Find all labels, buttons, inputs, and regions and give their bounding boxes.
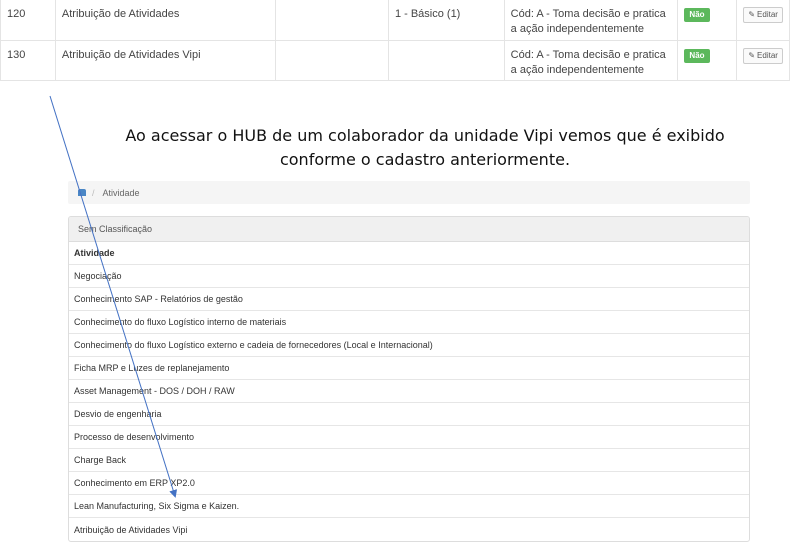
- column-header: Atividade: [69, 242, 749, 265]
- breadcrumb-current: Atividade: [102, 187, 140, 198]
- list-item: Conhecimento SAP - Relatórios de gestão: [69, 288, 749, 311]
- list-item: Lean Manufacturing, Six Sigma e Kaizen.: [69, 495, 749, 518]
- breadcrumb-separator: /: [92, 187, 95, 198]
- row-code: 120: [0, 0, 56, 41]
- row-action-cell: ✎ Editar: [736, 40, 790, 81]
- row-name: Atribuição de Atividades Vipi: [55, 40, 277, 81]
- row-level: [388, 40, 505, 81]
- row-status-cell: Não: [677, 0, 738, 41]
- list-item: Charge Back: [69, 449, 749, 472]
- edit-button-label: Editar: [757, 50, 778, 60]
- edit-icon: ✎: [748, 50, 756, 60]
- home-icon[interactable]: [78, 189, 86, 196]
- edit-icon: ✎: [748, 10, 756, 19]
- row-classification: Cód: A - Toma decisão e pratica a ação i…: [504, 40, 679, 81]
- panel-title: Sem Classificação: [69, 217, 749, 242]
- row-name: Atribuição de Atividades: [55, 0, 277, 41]
- caption-line-2: conforme o cadastro anteriormente.: [279, 150, 571, 169]
- status-badge: Não: [684, 8, 710, 22]
- row-empty-cell: [275, 0, 389, 41]
- row-code: 130: [0, 40, 56, 81]
- list-item: Ficha MRP e Luzes de replanejamento: [69, 357, 749, 380]
- row-level: 1 - Básico (1): [388, 0, 505, 41]
- list-item: Conhecimento em ERP XP2.0: [69, 472, 749, 495]
- row-action-cell: ✎ Editar: [736, 0, 790, 41]
- row-classification: Cód: A - Toma decisão e pratica a ação i…: [504, 0, 679, 41]
- caption-line-1: Ao acessar o HUB de um colaborador da un…: [125, 126, 725, 145]
- list-item: Desvio de engenharia: [69, 403, 749, 426]
- breadcrumb: / Atividade: [68, 181, 750, 204]
- list-item: Negociação: [69, 265, 749, 288]
- list-item: Atribuição de Atividades Vipi: [74, 524, 188, 535]
- table-row: 130 Atribuição de Atividades Vipi Cód: A…: [0, 40, 790, 81]
- edit-button[interactable]: ✎ Editar: [743, 7, 783, 23]
- list-item: Conhecimento do fluxo Logístico externo …: [69, 334, 749, 357]
- activities-panel: Sem Classificação Atividade Negociação C…: [68, 216, 750, 542]
- activities-table: 120 Atribuição de Atividades 1 - Básico …: [0, 0, 790, 81]
- row-status-cell: Não: [677, 40, 738, 81]
- table-row: 120 Atribuição de Atividades 1 - Básico …: [0, 0, 790, 41]
- list-item: Conhecimento do fluxo Logístico interno …: [69, 311, 749, 334]
- row-empty-cell: [275, 40, 389, 81]
- status-badge: Não: [684, 48, 710, 63]
- edit-button-label: Editar: [757, 10, 778, 19]
- list-item: Processo de desenvolvimento: [69, 426, 749, 449]
- list-item: Asset Management - DOS / DOH / RAW: [69, 380, 749, 403]
- edit-button[interactable]: ✎ Editar: [743, 47, 783, 64]
- explanation-caption: Ao acessar o HUB de um colaborador da un…: [95, 124, 755, 172]
